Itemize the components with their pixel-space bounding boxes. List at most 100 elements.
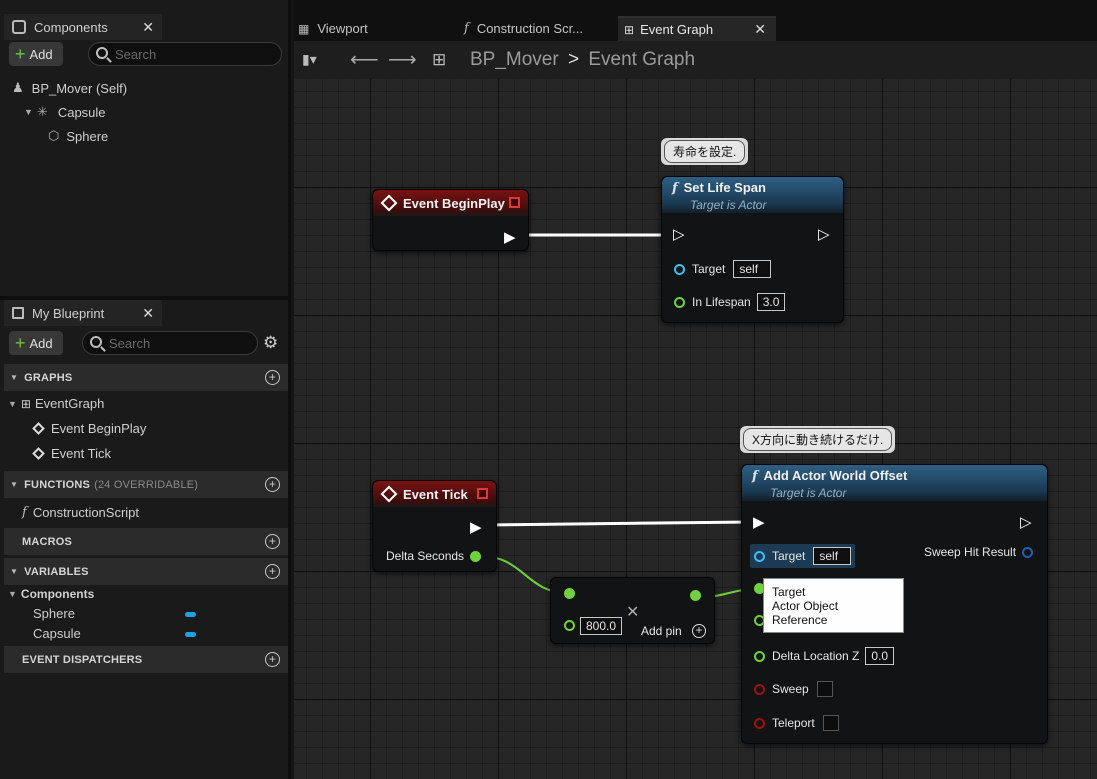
delegate-pin-icon[interactable] — [477, 488, 488, 499]
exec-out-pin[interactable]: ▶ — [470, 518, 482, 536]
pin-target[interactable]: Target self — [674, 260, 772, 278]
exec-wire-tick — [483, 520, 753, 527]
components-tab[interactable]: Components ✕ — [4, 14, 162, 40]
variable-item-sphere[interactable]: Sphere — [33, 606, 75, 621]
tab-event-graph[interactable]: ⊞ Event Graph ✕ — [618, 16, 776, 41]
pin-target[interactable]: Target self — [750, 544, 856, 568]
variables-category[interactable]: ▼ VARIABLES + — [4, 558, 288, 585]
object-pin-icon — [674, 263, 685, 275]
my-blueprint-tab[interactable]: My Blueprint ✕ — [4, 300, 162, 326]
node-title: Add Actor World Offset — [763, 468, 908, 483]
tab-viewport[interactable]: ▦ Viewport — [298, 16, 368, 41]
float-in-pin-a[interactable] — [564, 588, 575, 599]
delta-z-input[interactable]: 0.0 — [865, 647, 895, 665]
bookmark-icon[interactable]: ▮▾ — [302, 51, 317, 68]
collapse-arrow-icon: ▼ — [10, 480, 19, 489]
pin-sweep-hit-result[interactable]: Sweep Hit Result — [924, 545, 1034, 559]
tree-item-bp-mover[interactable]: ♟ BP_Mover (Self) — [12, 80, 127, 96]
event-diamond-icon — [32, 422, 45, 435]
components-add-button[interactable]: + Add — [9, 42, 63, 66]
macros-category[interactable]: MACROS + — [4, 528, 288, 555]
exec-out-pin[interactable]: ▷ — [1020, 513, 1032, 531]
graphs-category[interactable]: ▼ GRAPHS + — [4, 364, 288, 391]
forward-arrow-icon[interactable]: ⟶ — [388, 47, 417, 72]
graph-item-eventgraph[interactable]: ▼ ⊞ EventGraph — [8, 396, 104, 411]
event-dispatchers-category[interactable]: EVENT DISPATCHERS + — [4, 646, 288, 673]
function-item-constructionscript[interactable]: f ConstructionScript — [22, 505, 139, 520]
tab-construction-script[interactable]: f Construction Scr... — [464, 16, 583, 41]
plus-icon: + — [15, 44, 26, 64]
float-pin-icon — [754, 650, 765, 662]
add-function-icon[interactable]: + — [265, 477, 280, 492]
pin-delta-seconds[interactable]: Delta Seconds — [386, 549, 482, 563]
viewport-icon: ▦ — [298, 21, 310, 36]
components-icon — [12, 20, 26, 34]
exec-in-pin[interactable]: ▷ — [673, 225, 685, 243]
close-icon[interactable]: ✕ — [754, 21, 766, 38]
close-icon[interactable]: ✕ — [142, 19, 154, 36]
add-pin-icon[interactable]: + — [692, 624, 706, 638]
my-blueprint-search-input[interactable]: Search — [82, 331, 258, 355]
variable-label: Sphere — [33, 606, 75, 621]
graph-item-event-tick[interactable]: Event Tick — [32, 446, 111, 461]
pin-tooltip: Target Actor Object Reference — [763, 578, 904, 633]
comment-bubble-offset[interactable]: X方向に動き続けるだけ. — [740, 426, 896, 453]
search-placeholder: Search — [109, 335, 151, 351]
multiply-icon: ✕ — [626, 604, 640, 621]
functions-category[interactable]: ▼ FUNCTIONS (24 OVERRIDABLE) + — [4, 471, 288, 498]
node-title: Event Tick — [403, 486, 468, 502]
node-set-life-span[interactable]: f Set Life Span Target is Actor ▷ ▷ Targe… — [661, 176, 844, 323]
category-label: MACROS — [22, 535, 73, 548]
pin-label: Sweep Hit Result — [924, 545, 1017, 559]
teleport-checkbox[interactable] — [822, 715, 839, 731]
my-blueprint-tab-label: My Blueprint — [32, 305, 105, 321]
float-in-pin-b[interactable] — [564, 620, 575, 631]
variable-item-capsule[interactable]: Capsule — [33, 626, 81, 641]
tree-item-capsule[interactable]: ▼ ✳ Capsule — [24, 104, 106, 120]
add-graph-icon[interactable]: + — [265, 370, 280, 385]
left-panels: Components ✕ + Add Search ♟ BP_Mover (Se… — [0, 0, 291, 779]
comment-bubble-lifespan[interactable]: 寿命を設定. — [661, 138, 749, 165]
pin-sweep[interactable]: Sweep — [754, 681, 833, 697]
tab-label: Event Graph — [640, 22, 714, 37]
pin-in-lifespan[interactable]: In Lifespan 3.0 — [674, 293, 786, 311]
event-diamond-icon — [32, 447, 45, 460]
breadcrumb-root[interactable]: BP_Mover — [470, 49, 559, 70]
delegate-pin-icon[interactable] — [509, 197, 520, 208]
add-macro-icon[interactable]: + — [265, 534, 280, 549]
variables-group-components[interactable]: ▼ Components — [8, 587, 94, 601]
multiplier-input[interactable]: 800.0 — [580, 617, 623, 635]
top-strip — [294, 0, 1097, 14]
node-multiply[interactable]: ✕ 800.0 Add pin + — [550, 577, 715, 644]
float-out-pin[interactable] — [690, 590, 701, 601]
event-diamond-icon — [380, 194, 398, 212]
exec-out-pin[interactable]: ▷ — [818, 225, 830, 243]
lifespan-input[interactable]: 3.0 — [756, 293, 786, 311]
search-placeholder: Search — [115, 46, 157, 62]
node-header: Event BeginPlay — [373, 190, 528, 216]
exec-out-pin[interactable]: ▶ — [504, 228, 516, 246]
sweep-checkbox[interactable] — [816, 681, 833, 697]
graph-item-event-beginplay[interactable]: Event BeginPlay — [32, 421, 146, 436]
pin-teleport[interactable]: Teleport — [754, 715, 839, 731]
event-graph-canvas[interactable]: 寿命を設定. X方向に動き続けるだけ. Event BeginPlay ▶ fS… — [294, 79, 1097, 779]
tree-item-sphere[interactable]: ⬡ Sphere — [48, 128, 108, 144]
components-tab-label: Components — [34, 19, 108, 35]
node-title: Set Life Span — [683, 180, 766, 195]
add-dispatcher-icon[interactable]: + — [265, 652, 280, 667]
my-blueprint-add-button[interactable]: + Add — [9, 331, 63, 355]
gear-icon[interactable]: ⚙ — [263, 333, 278, 353]
components-search-input[interactable]: Search — [88, 42, 282, 66]
add-variable-icon[interactable]: + — [265, 564, 280, 579]
back-arrow-icon[interactable]: ⟵ — [350, 47, 379, 72]
exec-in-pin[interactable]: ▶ — [753, 513, 765, 531]
node-event-beginplay[interactable]: Event BeginPlay ▶ — [372, 189, 529, 251]
float-pin-icon — [674, 296, 685, 308]
close-icon[interactable]: ✕ — [142, 305, 154, 322]
bool-pin-icon — [754, 717, 765, 729]
node-event-tick[interactable]: Event Tick ▶ Delta Seconds — [372, 480, 497, 572]
pin-delta-location-z[interactable]: Delta Location Z 0.0 — [754, 647, 895, 665]
breadcrumb-leaf: Event Graph — [588, 49, 696, 70]
add-pin-label[interactable]: Add pin — [641, 624, 682, 638]
pin-label: Teleport — [772, 716, 815, 730]
